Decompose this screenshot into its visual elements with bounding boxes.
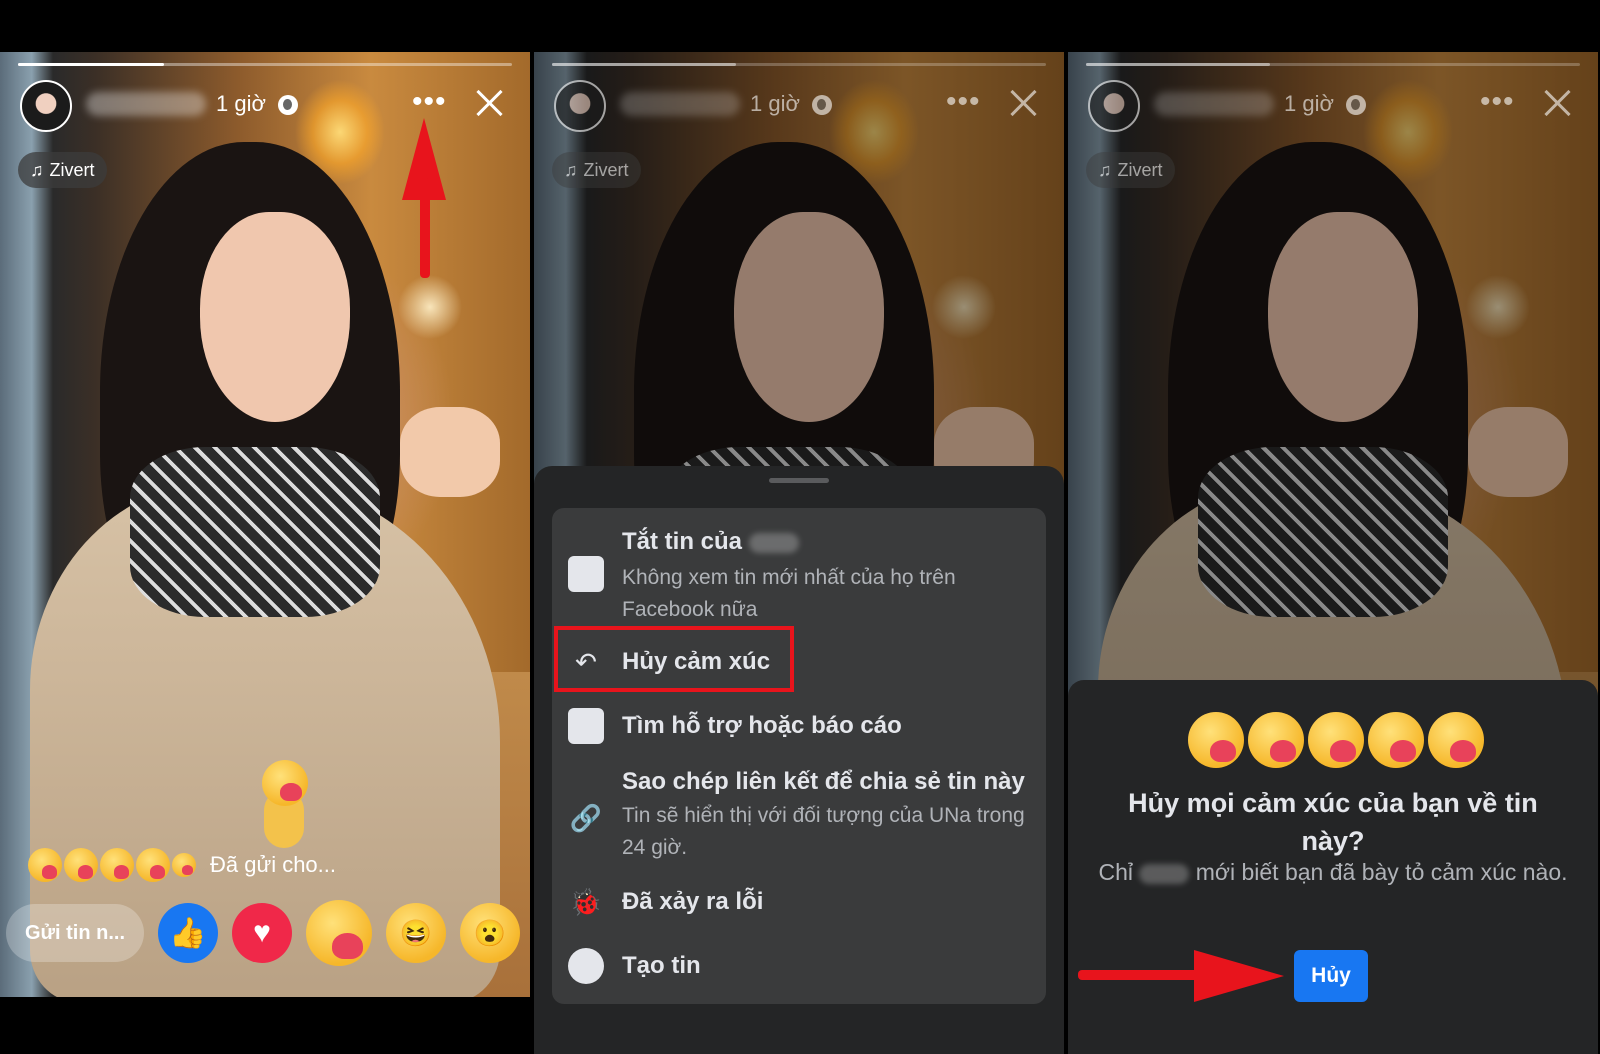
music-note-icon: ♫ xyxy=(564,159,578,180)
options-bottom-sheet: ✕ Tắt tin của Không xem tin mới nhất của… xyxy=(534,466,1064,1054)
menu-item-error-label: Đã xảy ra lỗi xyxy=(622,888,764,915)
music-tag[interactable]: ♫ Zivert xyxy=(552,152,641,188)
more-options-icon[interactable]: ••• xyxy=(412,87,447,117)
care-emoji-group xyxy=(1188,712,1484,768)
care-emoji-icon xyxy=(64,848,98,882)
menu-item-copy-link-sub: Tin sẽ hiển thị với đối tượng của UNa tr… xyxy=(622,804,1025,859)
menu-item-create-label: Tạo tin xyxy=(622,952,701,979)
sent-status: Đã gửi cho... xyxy=(210,852,337,877)
story-progress-bar xyxy=(1086,63,1580,66)
music-note-icon: ♫ xyxy=(30,159,44,180)
menu-item-report-label: Tìm hỗ trợ hoặc báo cáo xyxy=(622,712,902,739)
avatar[interactable] xyxy=(554,80,606,132)
music-label: Zivert xyxy=(583,159,629,180)
story-panel-3: 1 giờ ••• ♫ Zivert Hủy mọi cảm xúc của b… xyxy=(1068,0,1598,1054)
username-blurred xyxy=(1154,92,1274,116)
menu-item-mute-sub: Không xem tin mới nhất của họ trên Faceb… xyxy=(622,566,956,621)
menu-item-report[interactable]: ! Tìm hỗ trợ hoặc báo cáo xyxy=(552,704,1046,754)
globe-icon xyxy=(812,95,832,115)
sheet-drag-handle[interactable] xyxy=(769,478,829,483)
reply-input[interactable]: Gửi tin n... xyxy=(6,904,144,962)
username-blurred xyxy=(86,92,206,116)
menu-item-copy-link-title: Sao chép liên kết để chia sẻ tin này xyxy=(622,768,1025,795)
avatar[interactable] xyxy=(1088,80,1140,132)
care-reaction-icon[interactable] xyxy=(306,900,372,966)
menu-item-mute[interactable]: ✕ Tắt tin của Không xem tin mới nhất của… xyxy=(552,522,1046,622)
plus-circle-icon: + xyxy=(568,948,604,984)
wow-reaction-icon[interactable]: 😮 xyxy=(460,903,520,963)
menu-item-mute-title: Tắt tin của xyxy=(622,528,799,556)
blurred-name xyxy=(1139,863,1190,884)
globe-icon xyxy=(278,95,298,115)
red-arrow-up-icon xyxy=(402,118,446,278)
close-icon[interactable] xyxy=(1542,88,1572,118)
music-note-icon: ♫ xyxy=(1098,159,1112,180)
story-time: 1 giờ xyxy=(750,91,800,116)
care-emoji-icon xyxy=(28,848,62,882)
reply-bar: Gửi tin n... 👍 ♥ 😆 😮 xyxy=(6,900,520,966)
care-emoji-icon xyxy=(136,848,170,882)
story-panel-2: 1 giờ ••• ♫ Zivert ✕ Tắt tin của Không x… xyxy=(534,0,1064,1054)
options-menu: ✕ Tắt tin của Không xem tin mới nhất của… xyxy=(552,508,1046,1004)
care-emoji-icon xyxy=(262,760,308,806)
avatar[interactable] xyxy=(20,80,72,132)
care-emoji-icon xyxy=(1308,712,1364,768)
confirm-undo-button[interactable]: Hủy xyxy=(1294,950,1368,1002)
dialog-question: Hủy mọi cảm xúc của bạn về tin này? xyxy=(1128,788,1538,856)
music-tag[interactable]: ♫ Zivert xyxy=(1086,152,1175,188)
bug-icon: 🐞 xyxy=(569,886,603,917)
floating-care-reaction xyxy=(262,760,310,848)
blurred-name xyxy=(748,532,799,553)
sent-reactions-row: Đã gửi cho... xyxy=(28,848,336,882)
menu-item-error[interactable]: 🐞 Đã xảy ra lỗi xyxy=(552,880,1046,930)
tutorial-composite: 1 giờ ••• ♫ Zivert Đã gửi cho... Gửi tin… xyxy=(0,0,1600,1054)
close-box-icon: ✕ xyxy=(568,556,604,592)
care-emoji-icon xyxy=(1188,712,1244,768)
exclamation-box-icon: ! xyxy=(568,708,604,744)
haha-reaction-icon[interactable]: 😆 xyxy=(386,903,446,963)
undo-reaction-dialog: Hủy mọi cảm xúc của bạn về tin này? Chỉ … xyxy=(1068,680,1598,1054)
care-emoji-icon xyxy=(1248,712,1304,768)
red-arrow-right-icon xyxy=(1078,946,1288,1006)
more-options-icon[interactable]: ••• xyxy=(946,87,981,117)
care-emoji-icon xyxy=(1428,712,1484,768)
love-reaction-icon[interactable]: ♥ xyxy=(232,903,292,963)
close-icon[interactable] xyxy=(474,88,504,118)
globe-icon xyxy=(1346,95,1366,115)
red-highlight-box xyxy=(554,626,794,692)
music-label: Zivert xyxy=(1117,159,1163,180)
menu-item-copy-link[interactable]: 🔗 Sao chép liên kết để chia sẻ tin này T… xyxy=(552,762,1046,862)
menu-item-create[interactable]: + Tạo tin xyxy=(552,944,1046,994)
care-emoji-icon xyxy=(172,853,196,877)
music-tag[interactable]: ♫ Zivert xyxy=(18,152,107,188)
link-icon: 🔗 xyxy=(569,802,603,833)
care-emoji-icon xyxy=(100,848,134,882)
story-time: 1 giờ xyxy=(216,91,266,116)
music-label: Zivert xyxy=(49,159,95,180)
like-reaction-icon[interactable]: 👍 xyxy=(158,903,218,963)
care-emoji-icon xyxy=(1368,712,1424,768)
dialog-description: Chỉ mới biết bạn đã bày tỏ cảm xúc nào. xyxy=(1098,859,1568,885)
story-time: 1 giờ xyxy=(1284,91,1334,116)
username-blurred xyxy=(620,92,740,116)
close-icon[interactable] xyxy=(1008,88,1038,118)
story-progress-bar xyxy=(18,63,512,66)
story-panel-1: 1 giờ ••• ♫ Zivert Đã gửi cho... Gửi tin… xyxy=(0,0,530,1054)
more-options-icon[interactable]: ••• xyxy=(1480,87,1515,117)
story-progress-bar xyxy=(552,63,1046,66)
